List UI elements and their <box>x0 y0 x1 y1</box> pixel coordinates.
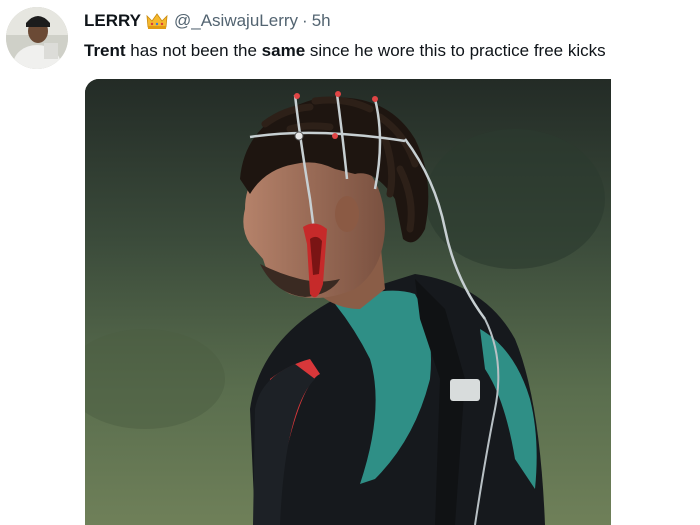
tweet-text-part-4: since he wore this to practice free kick… <box>305 41 606 60</box>
tweet-text-part-2: has not been the <box>125 41 262 60</box>
athlete-photo <box>85 79 611 525</box>
display-name[interactable]: LERRY <box>84 11 141 31</box>
user-avatar[interactable] <box>6 7 68 69</box>
tweet-text-bold-1: Trent <box>84 41 126 60</box>
header-separator: · <box>302 11 308 30</box>
tweet-header: LERRY @_AsiwajuLerry · 5h <box>84 9 331 33</box>
avatar-image <box>6 7 68 69</box>
crown-icon <box>146 12 168 30</box>
user-handle[interactable]: @_AsiwajuLerry <box>174 11 298 31</box>
tweet-card[interactable]: LERRY @_AsiwajuLerry · 5h Trent has not … <box>0 0 700 525</box>
tweet-timestamp[interactable]: 5h <box>312 11 331 31</box>
tweet-text: Trent has not been the same since he wor… <box>84 40 696 62</box>
tweet-text-bold-2: same <box>261 41 306 60</box>
tweet-media-photo[interactable] <box>85 79 611 525</box>
